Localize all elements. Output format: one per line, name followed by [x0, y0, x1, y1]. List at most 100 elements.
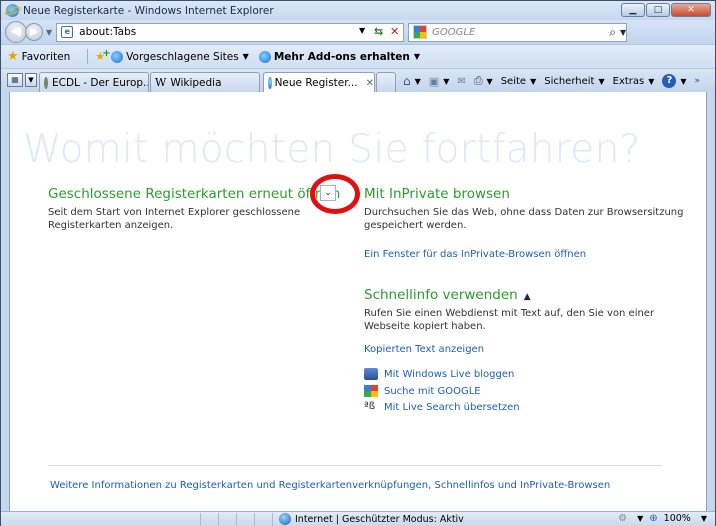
suggested-sites-button[interactable]: Vorgeschlagene Sites ▼	[111, 50, 249, 63]
zoom-icon: ⊕	[649, 513, 658, 524]
tools-menu[interactable]: Extras ▼	[613, 76, 655, 87]
command-bar: ⌂ ▼ ▣ ▼ ✉ ⎙ ▼ Seite ▼ Sicherheit ▼ Extra…	[403, 69, 700, 93]
tab-label: Neue Register...	[274, 77, 358, 89]
tab-row: ▦ ▼ ECDL - Der Europ... W Wikipedia Neue…	[1, 68, 715, 93]
chevron-up-icon: ▲	[523, 292, 531, 302]
accelerators-title-text: Schnellinfo verwenden	[364, 287, 518, 303]
tab-list-dropdown[interactable]: ▼	[25, 73, 37, 87]
close-window-button[interactable]: ✕	[671, 3, 711, 17]
divider	[48, 465, 662, 466]
mail-icon: ✉	[457, 75, 466, 87]
search-options-dropdown[interactable]: ▼	[620, 28, 626, 37]
back-button[interactable]: ◀	[5, 21, 27, 43]
minimize-button[interactable]: ▁	[621, 3, 645, 17]
status-cell	[255, 512, 273, 526]
chevron-down-icon[interactable]: ▼	[637, 514, 643, 523]
chevron-down-icon: ▼	[414, 76, 421, 86]
close-tab-icon[interactable]: ✕	[366, 78, 374, 89]
accelerator-translate[interactable]: ªß Mit Live Search übersetzen	[364, 401, 520, 413]
tab-wikipedia[interactable]: W Wikipedia	[150, 72, 260, 92]
home-button[interactable]: ⌂ ▼	[403, 74, 421, 88]
more-commands-icon[interactable]: »	[695, 76, 701, 86]
addons-button[interactable]: Mehr Add-ons erhalten ▼	[258, 50, 421, 63]
addons-label: Mehr Add-ons erhalten	[273, 50, 410, 63]
wikipedia-icon: W	[155, 76, 167, 89]
show-copied-text-link[interactable]: Kopierten Text anzeigen	[364, 344, 484, 355]
chevron-down-icon: ▼	[242, 52, 249, 61]
ie-icon	[111, 50, 124, 63]
page-menu[interactable]: Seite ▼	[501, 76, 537, 87]
ie-window: Neue Registerkarte - Windows Internet Ex…	[0, 0, 716, 526]
page-menu-label: Seite	[500, 75, 527, 87]
address-input[interactable]: about:Tabs	[79, 26, 136, 38]
add-to-favorites-icon[interactable]: ★	[95, 48, 110, 63]
title-bar: Neue Registerkarte - Windows Internet Ex…	[1, 1, 715, 20]
chevron-down-icon: ▼	[486, 76, 493, 86]
address-dropdown-icon[interactable]: ▼	[359, 26, 365, 35]
accelerator-google-search[interactable]: Suche mit GOOGLE	[364, 385, 481, 397]
page-content: Womit möchten Sie fortfahren? Geschlosse…	[9, 92, 707, 511]
window-controls: ▁ □ ✕	[621, 3, 711, 17]
favorites-bar: ★ Favoriten ★ Vorgeschlagene Sites ▼ Meh…	[1, 44, 715, 68]
address-row: ◀ ▶ ▼ e about:Tabs ▼ ⇆ ✕ GOOGLE ⌕ ▼	[1, 20, 715, 44]
address-bar[interactable]: e about:Tabs ▼ ⇆ ✕	[56, 22, 405, 42]
print-button[interactable]: ⎙ ▼	[474, 74, 493, 88]
google-icon	[413, 25, 428, 39]
accelerators-title[interactable]: Schnellinfo verwenden ▲	[364, 287, 531, 303]
chevron-down-icon: ▼	[598, 76, 605, 86]
security-zone-label: Internet | Geschützter Modus: Aktiv	[295, 513, 464, 525]
accelerators-description: Rufen Sie einen Webdienst mit Text auf, …	[364, 308, 655, 332]
blog-icon	[364, 368, 378, 380]
protected-mode-icon[interactable]: ⚙	[618, 513, 627, 524]
chevron-down-icon[interactable]: ▼	[701, 514, 707, 523]
status-bar: Internet | Geschützter Modus: Aktiv ⚙ ▼ …	[1, 511, 715, 526]
feeds-button[interactable]: ▣ ▼	[429, 75, 450, 88]
security-zone[interactable]: Internet | Geschützter Modus: Aktiv	[279, 513, 464, 525]
separator	[87, 49, 89, 64]
favorites-star-icon: ★	[7, 49, 19, 64]
status-right: ⚙ ▼ ⊕ 100% ▼	[618, 513, 707, 524]
recent-pages-dropdown[interactable]: ▼	[46, 28, 52, 37]
forward-button[interactable]: ▶	[25, 23, 43, 41]
status-text	[1, 512, 201, 526]
accelerator-label: Mit Live Search übersetzen	[384, 401, 520, 413]
highlight-circle	[310, 174, 360, 214]
tab-new-tab[interactable]: Neue Register... ✕	[263, 72, 375, 93]
ie-logo-icon	[6, 4, 19, 17]
more-info-link[interactable]: Weitere Informationen zu Registerkarten …	[50, 480, 610, 491]
accelerator-blog[interactable]: Mit Windows Live bloggen	[364, 368, 514, 380]
safety-menu[interactable]: Sicherheit ▼	[544, 76, 604, 87]
accelerator-label: Mit Windows Live bloggen	[384, 368, 515, 380]
help-icon: ?	[662, 74, 677, 88]
home-icon: ⌂	[403, 74, 411, 88]
scroll-area	[696, 92, 706, 511]
globe-icon	[279, 513, 291, 525]
tab-label: ECDL - Der Europ...	[52, 76, 149, 89]
tab-ecdl[interactable]: ECDL - Der Europ...	[39, 72, 149, 92]
chevron-down-icon: ▼	[680, 76, 687, 86]
help-button[interactable]: ? ▼	[662, 74, 687, 88]
print-icon: ⎙	[473, 74, 483, 87]
mail-button[interactable]: ✉	[457, 76, 465, 87]
page-heading: Womit möchten Sie fortfahren?	[23, 127, 641, 172]
reopen-description: Seit dem Start von Internet Explorer ges…	[48, 207, 301, 231]
stop-icon[interactable]: ✕	[390, 25, 399, 38]
chevron-down-icon: ▼	[413, 52, 421, 61]
safety-menu-label: Sicherheit	[544, 75, 595, 87]
ecdl-icon	[44, 76, 48, 89]
tab-label: Wikipedia	[170, 76, 222, 89]
open-inprivate-link[interactable]: Ein Fenster für das InPrivate-Browsen öf…	[364, 249, 586, 260]
new-tab-button[interactable]	[376, 72, 396, 92]
chevron-down-icon: ▼	[443, 76, 450, 86]
favorites-button[interactable]: Favoriten	[22, 51, 71, 63]
maximize-button[interactable]: □	[646, 3, 670, 17]
quick-tabs-button[interactable]: ▦	[7, 73, 23, 87]
search-icon[interactable]: ⌕	[609, 25, 616, 40]
search-input[interactable]: GOOGLE	[432, 27, 475, 38]
search-box[interactable]: GOOGLE ⌕ ▼	[408, 22, 628, 42]
inprivate-description: Durchsuchen Sie das Web, ohne dass Daten…	[364, 207, 684, 231]
zoom-level[interactable]: 100%	[664, 513, 691, 524]
refresh-icon[interactable]: ⇆	[374, 25, 383, 38]
reopen-closed-tabs-link[interactable]: Geschlossene Registerkarten erneut öffne…	[48, 186, 340, 202]
window-title: Neue Registerkarte - Windows Internet Ex…	[23, 4, 274, 17]
